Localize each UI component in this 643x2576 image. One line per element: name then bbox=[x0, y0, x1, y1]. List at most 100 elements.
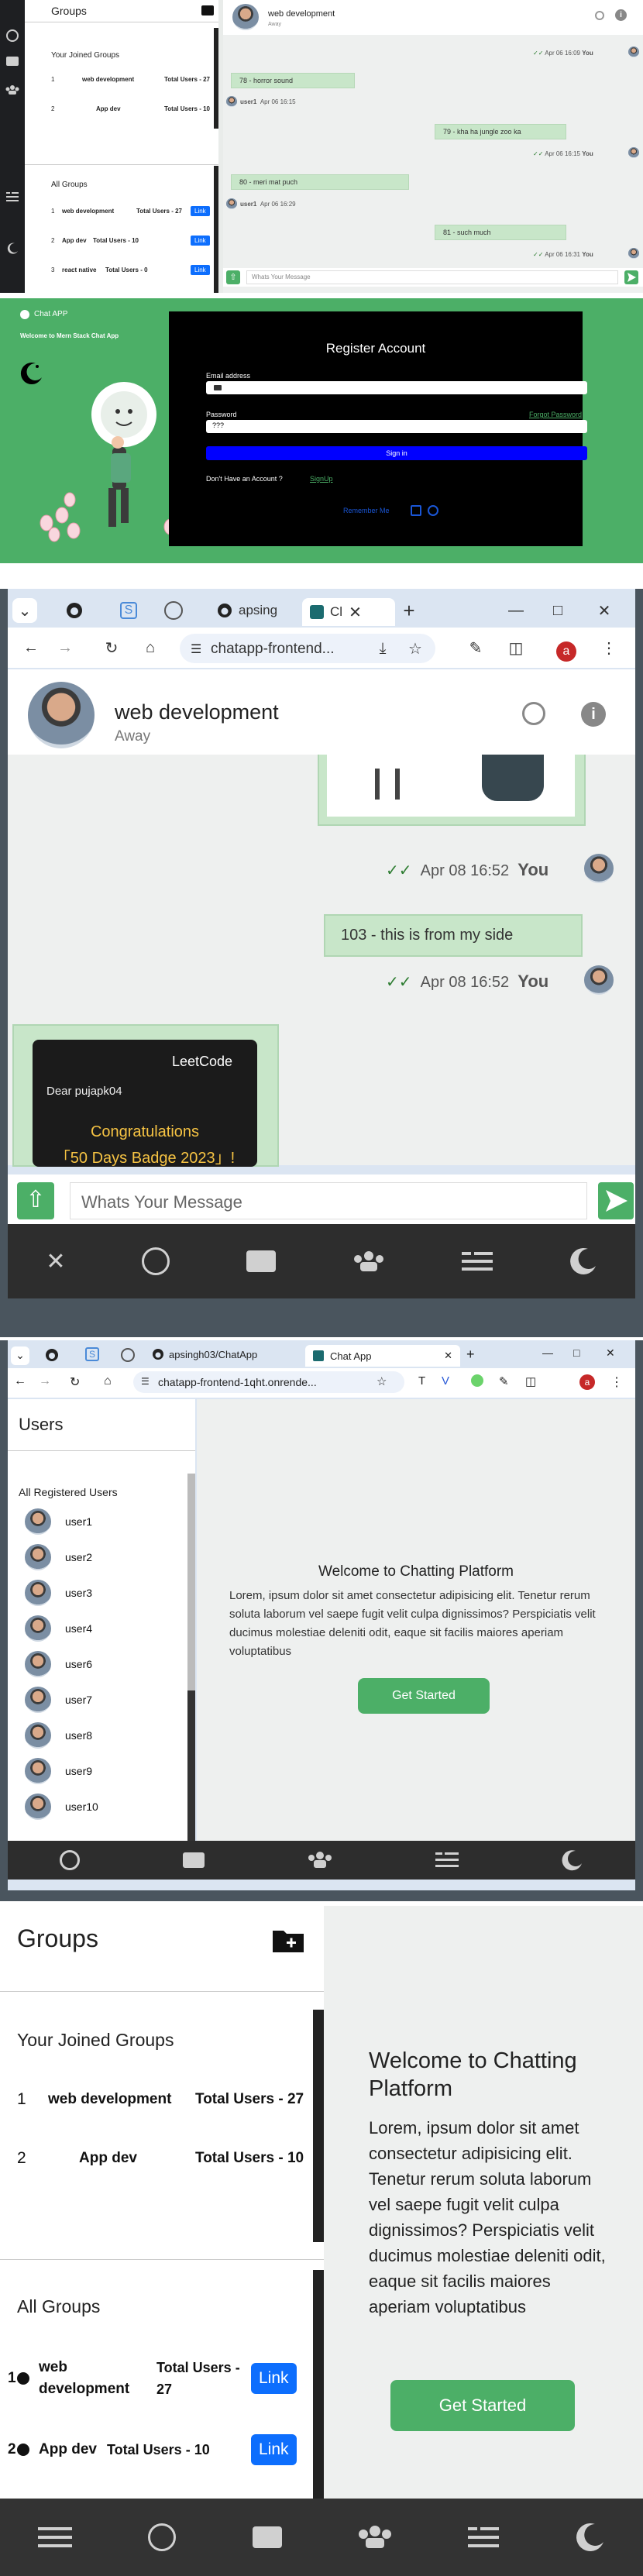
github-icon[interactable] bbox=[428, 505, 438, 516]
close-icon[interactable]: ✕ bbox=[46, 1248, 65, 1275]
send-icon[interactable] bbox=[624, 270, 638, 284]
reload-icon[interactable]: ↻ bbox=[70, 1374, 80, 1390]
password-field[interactable]: ??? bbox=[206, 420, 587, 433]
minimize-icon[interactable]: — bbox=[504, 598, 528, 623]
close-tab-icon[interactable]: ✕ bbox=[349, 603, 362, 622]
star-icon[interactable]: ☆ bbox=[403, 636, 428, 661]
joined-group-row[interactable]: 2 App dev Total Users - 10 bbox=[17, 2149, 311, 2168]
more-menu-icon[interactable]: ⋮ bbox=[610, 1374, 623, 1390]
chat-icon[interactable] bbox=[246, 1250, 277, 1272]
close-window-icon[interactable]: ✕ bbox=[606, 1346, 615, 1360]
user-icon[interactable] bbox=[148, 2523, 177, 2551]
forward-icon[interactable]: → bbox=[39, 1374, 51, 1388]
extensions-icon[interactable]: ◫ bbox=[504, 635, 528, 660]
joined-group-row[interactable]: 2 App dev Total Users - 10 bbox=[51, 105, 214, 112]
scrollbar[interactable] bbox=[313, 2010, 324, 2242]
list-icon[interactable] bbox=[435, 1852, 459, 1869]
user-item[interactable]: user6 bbox=[25, 1647, 92, 1681]
star-icon[interactable]: ☆ bbox=[377, 1374, 387, 1388]
groups-icon[interactable] bbox=[358, 2526, 392, 2549]
globe-icon[interactable] bbox=[164, 601, 183, 620]
maximize-icon[interactable]: □ bbox=[573, 1346, 579, 1359]
user-item[interactable]: user3 bbox=[25, 1576, 92, 1610]
list-icon[interactable] bbox=[468, 2526, 500, 2549]
info-icon[interactable]: i bbox=[615, 9, 627, 21]
user-item[interactable]: user2 bbox=[25, 1540, 92, 1574]
linkedin-icon[interactable] bbox=[411, 505, 421, 516]
chat-icon[interactable] bbox=[6, 57, 19, 66]
profile-avatar[interactable]: a bbox=[556, 641, 576, 662]
new-group-folder-icon[interactable] bbox=[273, 1928, 304, 1952]
get-started-button[interactable]: Get Started bbox=[390, 2380, 575, 2431]
all-group-row[interactable]: 1 web development Total Users - 27 Link bbox=[51, 206, 214, 216]
home-icon[interactable]: ⌂ bbox=[104, 1374, 112, 1388]
s-favicon-icon[interactable]: S bbox=[85, 1347, 100, 1361]
back-icon[interactable]: ← bbox=[19, 635, 43, 660]
edit-pen-icon[interactable]: ✎ bbox=[499, 1374, 509, 1388]
info-icon[interactable]: i bbox=[581, 702, 606, 727]
more-menu-icon[interactable]: ⋮ bbox=[597, 635, 621, 660]
search-icon[interactable] bbox=[522, 702, 545, 725]
s-favicon-icon[interactable]: S bbox=[116, 598, 141, 623]
joined-group-row[interactable]: 1 web development Total Users - 27 bbox=[51, 76, 214, 83]
tab-github[interactable]: apsingh03/ChatApp bbox=[152, 1348, 257, 1360]
user-icon[interactable] bbox=[6, 29, 19, 42]
all-group-row[interactable]: 2 App dev Total Users - 10 Link bbox=[51, 236, 214, 246]
scrollbar[interactable] bbox=[313, 2270, 324, 2499]
link-button[interactable]: Link bbox=[191, 265, 210, 275]
scrollbar-thumb[interactable] bbox=[187, 1474, 195, 1690]
all-group-row[interactable]: 2 App dev Total Users - 10 Link bbox=[8, 2434, 305, 2465]
get-started-button[interactable]: Get Started bbox=[358, 1678, 490, 1714]
send-icon[interactable] bbox=[598, 1182, 634, 1219]
maximize-icon[interactable]: □ bbox=[545, 598, 570, 623]
minimize-icon[interactable]: — bbox=[542, 1346, 553, 1359]
scrollbar[interactable] bbox=[214, 166, 218, 293]
message-input[interactable]: Whats Your Message bbox=[70, 1182, 587, 1219]
link-button[interactable]: Link bbox=[191, 206, 210, 216]
list-icon[interactable] bbox=[461, 1250, 493, 1272]
home-icon[interactable]: ⌂ bbox=[138, 635, 163, 660]
list-icon[interactable] bbox=[6, 192, 19, 201]
groups-icon[interactable] bbox=[308, 1852, 332, 1869]
link-button[interactable]: Link bbox=[251, 2363, 297, 2394]
joined-group-row[interactable]: 1 web development Total Users - 27 bbox=[17, 2090, 311, 2109]
github-icon[interactable] bbox=[62, 598, 87, 623]
forward-icon[interactable]: → bbox=[53, 635, 77, 660]
profile-avatar[interactable]: a bbox=[579, 1374, 595, 1390]
all-group-row[interactable]: 1 web development Total Users - 27 Link bbox=[8, 2357, 305, 2400]
upload-icon[interactable]: ⇧ bbox=[226, 270, 240, 284]
github-icon[interactable] bbox=[45, 1348, 59, 1362]
groups-icon[interactable] bbox=[5, 85, 19, 95]
new-tab-icon[interactable]: + bbox=[466, 1346, 475, 1363]
message-input[interactable]: Whats Your Message bbox=[246, 270, 618, 284]
tab-list-dropdown-icon[interactable]: ⌄ bbox=[12, 598, 37, 623]
search-icon[interactable] bbox=[595, 11, 604, 20]
signup-link[interactable]: SignUp bbox=[310, 475, 333, 483]
menu-icon[interactable] bbox=[38, 2526, 73, 2549]
forgot-password-link[interactable]: Forgot Password bbox=[529, 411, 582, 418]
extensions-icon[interactable]: ◫ bbox=[525, 1374, 536, 1388]
link-button[interactable]: Link bbox=[251, 2434, 297, 2465]
extension-icon[interactable] bbox=[471, 1374, 483, 1387]
moon-icon[interactable] bbox=[6, 242, 19, 255]
upload-icon[interactable]: ⇧ bbox=[17, 1182, 54, 1219]
user-item[interactable]: user7 bbox=[25, 1683, 92, 1717]
close-tab-icon[interactable]: ✕ bbox=[444, 1350, 452, 1362]
user-item[interactable]: user10 bbox=[25, 1790, 98, 1824]
site-settings-icon[interactable]: ☰ bbox=[191, 641, 201, 657]
site-settings-icon[interactable]: ☰ bbox=[141, 1376, 150, 1387]
new-group-folder-icon[interactable] bbox=[201, 5, 214, 15]
user-item[interactable]: user1 bbox=[25, 1505, 92, 1539]
install-icon[interactable]: ⤓ bbox=[370, 636, 395, 661]
extension-icon[interactable]: V bbox=[442, 1374, 449, 1388]
moon-icon[interactable] bbox=[562, 1849, 583, 1871]
user-item[interactable]: user4 bbox=[25, 1611, 92, 1646]
moon-icon[interactable] bbox=[576, 2523, 605, 2552]
chat-icon[interactable] bbox=[252, 2526, 282, 2548]
scrollbar[interactable] bbox=[214, 28, 218, 129]
new-tab-icon[interactable]: + bbox=[397, 598, 421, 623]
user-icon[interactable] bbox=[59, 1850, 80, 1870]
close-window-icon[interactable]: ✕ bbox=[592, 598, 617, 623]
chat-icon[interactable] bbox=[182, 1852, 205, 1868]
user-icon[interactable] bbox=[142, 1247, 170, 1275]
